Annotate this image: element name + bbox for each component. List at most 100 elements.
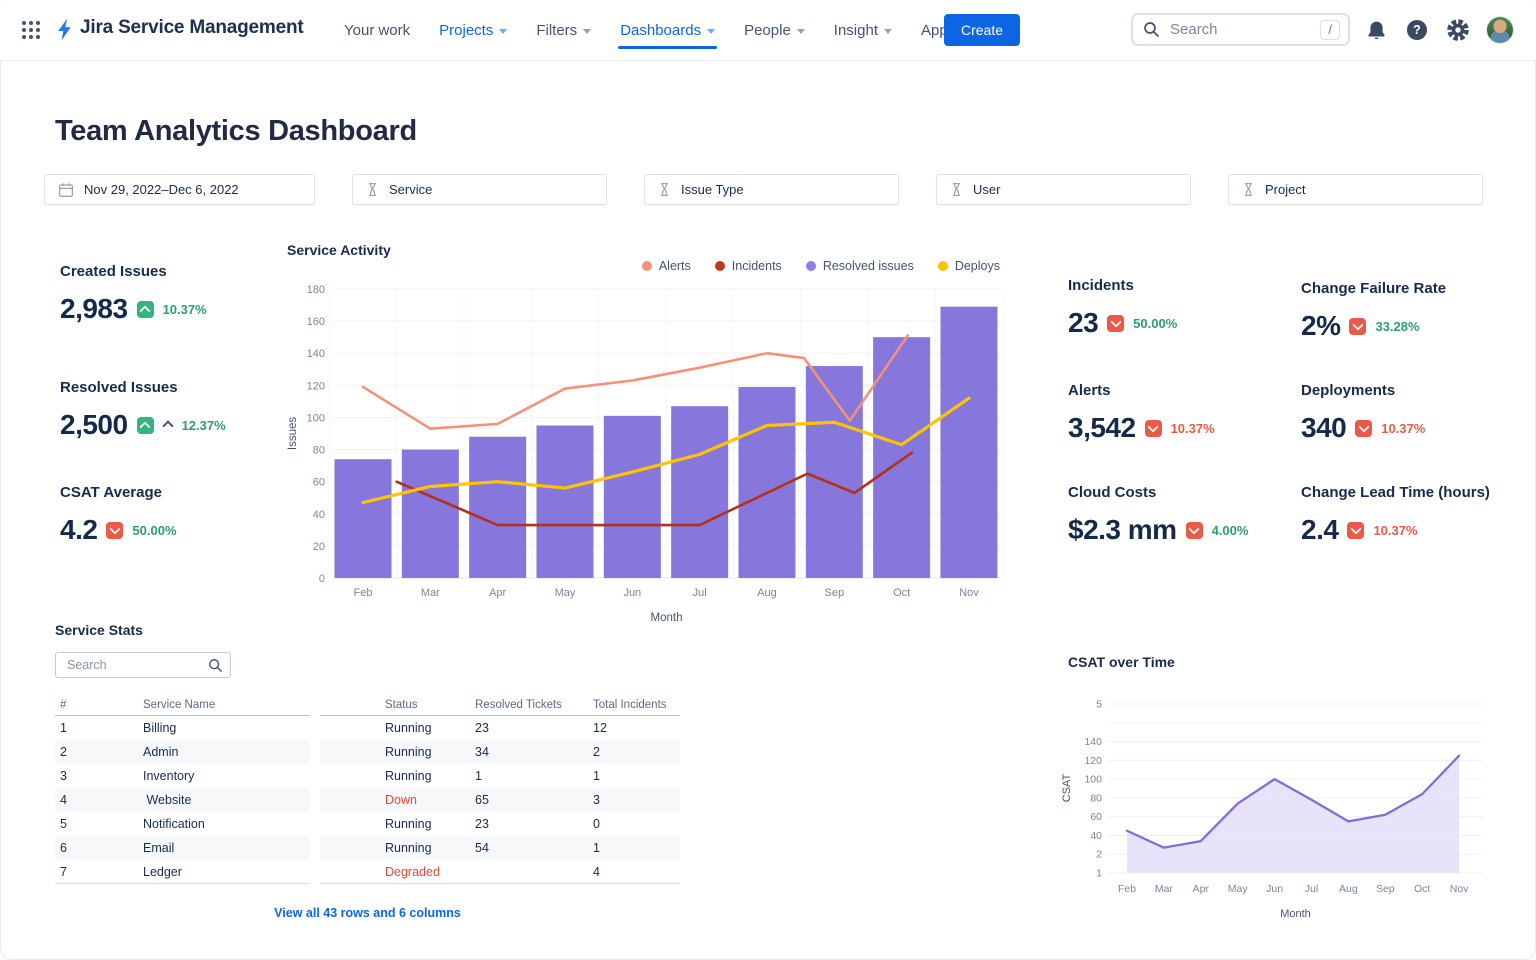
calendar-icon xyxy=(58,182,74,198)
csat-over-time-title: CSAT over Time xyxy=(1068,654,1175,670)
cell-row-number: 6 xyxy=(60,836,67,860)
kpi-label: Incidents xyxy=(1068,277,1177,294)
service-stats-title: Service Stats xyxy=(55,622,143,638)
y-tick-label: 1 xyxy=(1096,868,1102,880)
cell-service-name: Website xyxy=(143,788,191,812)
table-row-email[interactable]: 6EmailRunning541 xyxy=(55,836,680,860)
row-background xyxy=(320,836,680,860)
chevron-down-icon xyxy=(884,29,892,34)
nav-item-label: Projects xyxy=(439,22,493,39)
table-row-inventory[interactable]: 3InventoryRunning11 xyxy=(55,764,680,788)
primary-nav: Your work Projects Filters Dashboards Pe… xyxy=(344,0,969,60)
csat-over-time-chart: 514012010080604021FebMarAprMayJunJulAugS… xyxy=(1058,688,1490,936)
bar-jul xyxy=(671,406,728,578)
x-tick-label: May xyxy=(1228,883,1249,895)
caret-up-icon xyxy=(162,420,173,431)
help-button[interactable]: ? xyxy=(1404,17,1430,43)
top-nav-bar: Jira Service Management Your work Projec… xyxy=(0,0,1536,61)
table-search-input[interactable] xyxy=(65,657,208,673)
kpi-percent: 10.37% xyxy=(163,302,207,317)
cell-resolved-tickets: 23 xyxy=(475,812,489,836)
legend-item-deploys[interactable]: Deploys xyxy=(938,259,1000,273)
legend-dot xyxy=(938,261,948,271)
app-switcher-icon[interactable] xyxy=(20,19,42,41)
cell-status: Running xyxy=(385,812,432,836)
kpi-label: Change Lead Time (hours) xyxy=(1301,484,1490,501)
legend-dot xyxy=(806,261,816,271)
cell-status: Running xyxy=(385,764,432,788)
filter-label: Issue Type xyxy=(681,182,744,197)
kpi-percent: 50.00% xyxy=(1133,316,1177,331)
grid-dots-icon xyxy=(20,19,42,41)
filter-service[interactable]: Service xyxy=(352,174,607,205)
gear-icon xyxy=(1446,18,1470,42)
cell-status: Running xyxy=(385,836,432,860)
question-mark-icon: ? xyxy=(1407,20,1427,40)
cell-resolved-tickets: 1 xyxy=(475,764,482,788)
y-tick-label: 60 xyxy=(1090,811,1102,823)
table-row-billing[interactable]: 1BillingRunning2312 xyxy=(55,716,680,740)
nav-item-projects[interactable]: Projects xyxy=(439,0,507,60)
cell-row-number: 3 xyxy=(60,764,67,788)
y-tick-label: 80 xyxy=(313,445,325,457)
chevron-down-icon xyxy=(797,29,805,34)
service-stats-table: #Service NameStatusResolved TicketsTotal… xyxy=(55,694,680,884)
nav-item-label: Your work xyxy=(344,22,410,39)
filter-issue-type[interactable]: Issue Type xyxy=(644,174,899,205)
search-shortcut-hint: / xyxy=(1320,20,1340,40)
x-axis-title: Month xyxy=(651,612,683,624)
table-row-notification[interactable]: 5NotificationRunning230 xyxy=(55,812,680,836)
filter-user[interactable]: User xyxy=(936,174,1191,205)
filter-project[interactable]: Project xyxy=(1228,174,1483,205)
row-background xyxy=(55,860,310,884)
legend-item-alerts[interactable]: Alerts xyxy=(642,259,691,273)
table-row-admin[interactable]: 2AdminRunning342 xyxy=(55,740,680,764)
nav-item-insight[interactable]: Insight xyxy=(834,0,892,60)
x-tick-label: Feb xyxy=(354,587,373,599)
x-axis-title: Month xyxy=(1280,908,1311,920)
y-tick-label: 80 xyxy=(1090,792,1102,804)
cell-total-incidents: 2 xyxy=(593,740,600,764)
service-stats-search xyxy=(55,652,231,678)
nav-item-your-work[interactable]: Your work xyxy=(344,0,410,60)
x-tick-label: Mar xyxy=(1155,883,1174,895)
cell-total-incidents: 0 xyxy=(593,812,600,836)
x-tick-label: Sep xyxy=(1376,883,1395,895)
cell-total-incidents: 1 xyxy=(593,836,600,860)
create-button[interactable]: Create xyxy=(944,14,1020,46)
legend-dot xyxy=(642,261,652,271)
notifications-button[interactable] xyxy=(1363,17,1389,43)
legend-label: Alerts xyxy=(659,259,691,273)
y-axis-title: Issues xyxy=(287,417,299,450)
jira-service-management-dashboard: Jira Service Management Your work Projec… xyxy=(0,0,1536,960)
bar-apr xyxy=(469,437,526,578)
y-tick-label: 100 xyxy=(307,412,325,424)
filter-label: Service xyxy=(389,182,432,197)
filter-date-range[interactable]: Nov 29, 2022–Dec 6, 2022 xyxy=(44,174,315,205)
trend-down-badge xyxy=(1347,522,1364,539)
search-icon xyxy=(1143,21,1160,38)
trend-down-badge xyxy=(1355,420,1372,437)
user-avatar[interactable] xyxy=(1487,17,1513,43)
kpi-change-lead-time: Change Lead Time (hours) 2.4 10.37% xyxy=(1301,484,1490,546)
kpi-value: 2% xyxy=(1301,310,1340,342)
table-row-ledger[interactable]: 7LedgerDegraded4 xyxy=(55,860,680,884)
y-tick-label: 120 xyxy=(1084,755,1102,767)
table-row-website[interactable]: 4 WebsiteDown653 xyxy=(55,788,680,812)
nav-item-people[interactable]: People xyxy=(744,0,805,60)
kpi-value: 3,542 xyxy=(1068,412,1136,444)
x-tick-label: Nov xyxy=(959,587,979,599)
settings-button[interactable] xyxy=(1445,17,1471,43)
bar-nov xyxy=(940,307,997,578)
nav-item-dashboards[interactable]: Dashboards xyxy=(620,0,715,60)
legend-item-resolved-issues[interactable]: Resolved issues xyxy=(806,259,914,273)
nav-item-filters[interactable]: Filters xyxy=(536,0,591,60)
legend-item-incidents[interactable]: Incidents xyxy=(715,259,782,273)
cell-resolved-tickets: 54 xyxy=(475,836,489,860)
row-background xyxy=(320,740,680,764)
cell-resolved-tickets: 34 xyxy=(475,740,489,764)
search-input[interactable] xyxy=(1168,20,1312,39)
view-all-link[interactable]: View all 43 rows and 6 columns xyxy=(55,906,680,920)
kpi-value: $2.3 mm xyxy=(1068,514,1177,546)
jsm-logo-bolt-icon xyxy=(53,17,75,47)
